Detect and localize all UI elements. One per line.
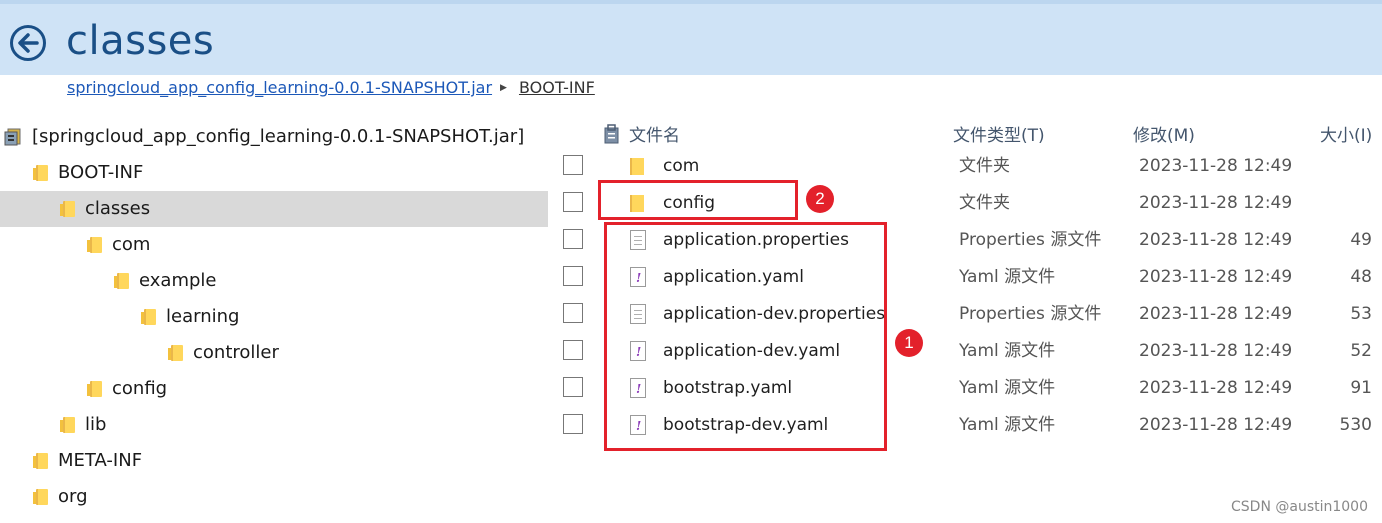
file-size: 53 (1350, 304, 1372, 324)
file-size: 91 (1350, 378, 1372, 398)
folder-icon (33, 489, 48, 505)
file-size: 48 (1350, 267, 1372, 287)
tree-item-org[interactable]: org (0, 479, 548, 515)
tree-item-learning[interactable]: learning (0, 299, 548, 335)
folder-icon (114, 273, 129, 289)
file-modified: 2023-11-28 12:49 (1139, 156, 1293, 176)
tree-item-boot-inf[interactable]: BOOT-INF (0, 155, 548, 191)
folder-icon (33, 165, 48, 181)
row-checkbox[interactable] (563, 192, 583, 212)
file-type: Properties 源文件 (959, 304, 1102, 324)
folder-icon (630, 156, 646, 176)
row-checkbox[interactable] (563, 340, 583, 360)
column-header-type[interactable]: 文件类型(T) (953, 122, 1045, 150)
tree-item-com[interactable]: com (0, 227, 548, 263)
chevron-right-icon: ▶ (500, 83, 507, 93)
highlight-box-config (598, 180, 798, 220)
file-type: 文件夹 (959, 156, 1010, 176)
tree-item-label: lib (85, 414, 107, 435)
file-type: Yaml 源文件 (959, 415, 1056, 435)
title-bar: classes (0, 0, 1382, 75)
file-size: 52 (1350, 341, 1372, 361)
tree-item-lib[interactable]: lib (0, 407, 548, 443)
file-type: Properties 源文件 (959, 230, 1102, 250)
highlight-box-config-files (604, 222, 887, 451)
column-header-size[interactable]: 大小(I) (1320, 122, 1372, 150)
file-modified: 2023-11-28 12:49 (1139, 304, 1293, 324)
file-modified: 2023-11-28 12:49 (1139, 267, 1293, 287)
breadcrumb: springcloud_app_config_learning-0.0.1-SN… (67, 76, 595, 100)
column-header-name[interactable]: 文件名 (629, 122, 680, 150)
tree-item-label: [springcloud_app_config_learning-0.0.1-S… (32, 126, 525, 147)
file-list-icon (604, 124, 619, 144)
tree-item-label: org (58, 486, 88, 507)
row-checkbox[interactable] (563, 266, 583, 286)
tree-item-label: com (112, 234, 151, 255)
folder-icon (33, 453, 48, 469)
folder-icon (87, 237, 102, 253)
annotation-badge-2: 2 (806, 185, 834, 213)
annotation-badge-1: 1 (895, 329, 923, 357)
tree-item-label: META-INF (58, 450, 143, 471)
tree-item-label: example (139, 270, 217, 291)
breadcrumb-jar-link[interactable]: springcloud_app_config_learning-0.0.1-SN… (67, 76, 492, 100)
file-modified: 2023-11-28 12:49 (1139, 193, 1293, 213)
column-header-modified[interactable]: 修改(M) (1133, 122, 1195, 150)
file-modified: 2023-11-28 12:49 (1139, 341, 1293, 361)
folder-icon (60, 417, 75, 433)
row-checkbox[interactable] (563, 229, 583, 249)
page-title: classes (66, 18, 215, 64)
watermark: CSDN @austin1000 (1231, 499, 1368, 515)
tree-item-example[interactable]: example (0, 263, 548, 299)
file-size: 530 (1339, 415, 1372, 435)
tree-item-label: controller (193, 342, 279, 363)
back-arrow-icon[interactable] (9, 24, 47, 62)
folder-icon (60, 201, 75, 217)
file-type: Yaml 源文件 (959, 341, 1056, 361)
tree-item-classes[interactable]: classes (0, 191, 548, 227)
tree-item-label: BOOT-INF (58, 162, 144, 183)
tree-item-label: learning (166, 306, 240, 327)
folder-icon (168, 345, 183, 361)
tree-item-meta-inf[interactable]: META-INF (0, 443, 548, 479)
tree-item-jar[interactable]: [springcloud_app_config_learning-0.0.1-S… (0, 119, 548, 155)
file-size: 49 (1350, 230, 1372, 250)
tree-item-label: classes (85, 198, 151, 219)
tree-item-controller[interactable]: controller (0, 335, 548, 371)
file-type: 文件夹 (959, 193, 1010, 213)
folder-icon (141, 309, 156, 325)
folder-icon (87, 381, 102, 397)
row-checkbox[interactable] (563, 155, 583, 175)
row-checkbox[interactable] (563, 377, 583, 397)
file-modified: 2023-11-28 12:49 (1139, 230, 1293, 250)
breadcrumb-current[interactable]: BOOT-INF (519, 76, 595, 100)
jar-icon (4, 128, 21, 146)
row-checkbox[interactable] (563, 303, 583, 323)
file-modified: 2023-11-28 12:49 (1139, 415, 1293, 435)
file-type: Yaml 源文件 (959, 378, 1056, 398)
tree-item-label: config (112, 378, 168, 399)
file-type: Yaml 源文件 (959, 267, 1056, 287)
tree-item-config[interactable]: config (0, 371, 548, 407)
row-checkbox[interactable] (563, 414, 583, 434)
file-modified: 2023-11-28 12:49 (1139, 378, 1293, 398)
